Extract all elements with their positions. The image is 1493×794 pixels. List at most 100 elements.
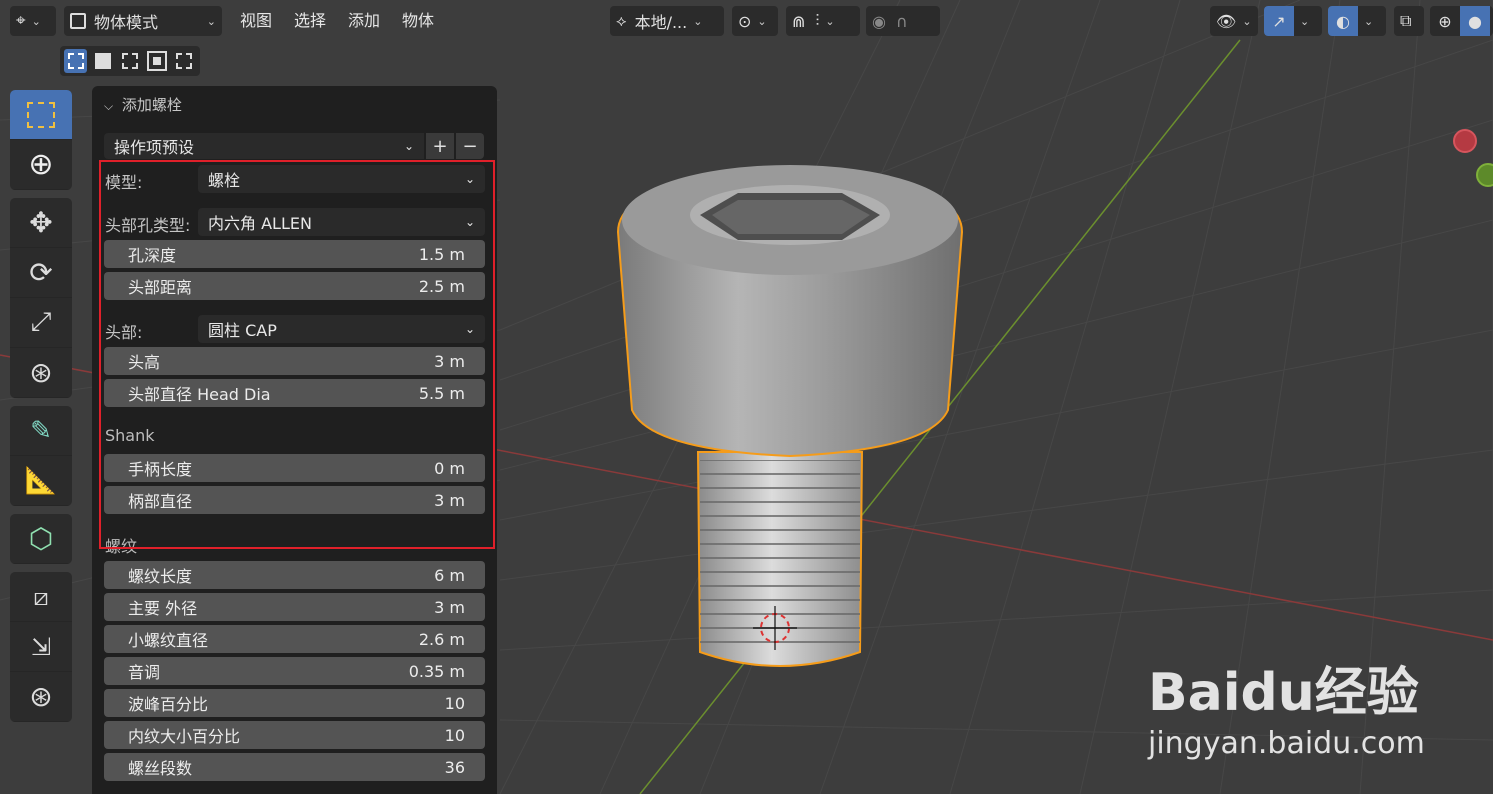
thread-segments-label: 螺丝段数 (128, 759, 193, 778)
panel-title: 添加螺栓 (121, 96, 182, 114)
minor-diameter-value: 2.6 m (418, 629, 465, 649)
head-diameter-value: 5.5 m (418, 383, 465, 403)
major-diameter-field[interactable]: 主要 外径 3 m (104, 593, 485, 621)
shank-diameter-field[interactable]: 柄部直径 3 m (104, 486, 485, 514)
shank-length-field[interactable]: 手柄长度 0 m (104, 454, 485, 482)
shading-mode-group[interactable]: ⊕ ● (1430, 6, 1493, 36)
thread-length-value: 6 m (434, 565, 465, 585)
menu-add[interactable]: 添加 (344, 8, 384, 34)
major-diameter-value: 3 m (434, 597, 465, 617)
shank-length-label: 手柄长度 (128, 460, 193, 479)
chevron-down-icon: ⌄ (1364, 14, 1374, 28)
shank-diameter-label: 柄部直径 (128, 492, 193, 511)
major-diameter-label: 主要 外径 (128, 599, 198, 618)
transform-all-icon: ⊛ (29, 680, 53, 713)
cursor-tool[interactable]: ⊕ (10, 140, 72, 190)
model-value: 螺栓 (208, 171, 241, 190)
head-type-value: 圆柱 CAP (208, 321, 277, 340)
head-height-field[interactable]: 头高 3 m (104, 347, 485, 375)
head-hole-type-value: 内六角 ALLEN (208, 214, 312, 233)
move-tool[interactable]: ✥ (10, 198, 72, 248)
root-percent-value: 10 (444, 725, 465, 745)
thread-segments-field[interactable]: 螺丝段数 36 (104, 753, 485, 781)
chevron-down-icon: ⌄ (1242, 14, 1252, 28)
chevron-down-icon: ⌄ (1300, 14, 1310, 28)
hole-depth-field[interactable]: 孔深度 1.5 m (104, 240, 485, 268)
select-extend-icon[interactable] (91, 49, 114, 73)
xray-toggle[interactable]: ⧉ (1394, 6, 1424, 36)
wireframe-shading-icon: ⊕ (1438, 11, 1452, 31)
root-percent-field[interactable]: 内纹大小百分比 10 (104, 721, 485, 749)
minor-diameter-field[interactable]: 小螺纹直径 2.6 m (104, 625, 485, 653)
panel-header[interactable]: ⌵ 添加螺栓 (104, 94, 182, 115)
measure-tool[interactable]: 📐 (10, 456, 72, 506)
transform-all-tool[interactable]: ⊛ (10, 672, 72, 722)
annotate-tool[interactable]: ✎ (10, 406, 72, 456)
cursor-move-icon: ⇲ (30, 632, 52, 661)
rotate-tool[interactable]: ⟳ (10, 248, 72, 298)
operator-presets-row: 操作项预设 ⌄ + − (104, 133, 484, 159)
operator-presets-dropdown[interactable]: 操作项预设 ⌄ (104, 133, 424, 159)
select-new-icon[interactable] (64, 49, 88, 73)
select-subtract-icon[interactable] (118, 49, 141, 73)
chevron-down-icon: ⌄ (464, 322, 475, 336)
head-distance-value: 2.5 m (418, 276, 465, 296)
head-height-label: 头高 (128, 353, 161, 372)
scale-tool[interactable]: ⤢ (10, 298, 72, 348)
transform-pivot-tool[interactable]: ⧄ (10, 572, 72, 622)
tool-shelf: ⊕ ✥ ⟳ ⤢ ⊛ ✎ 📐 ⬡ ⧄ ⇲ ⊛ (10, 90, 72, 730)
minor-diameter-label: 小螺纹直径 (128, 631, 209, 650)
shank-length-value: 0 m (434, 458, 465, 478)
head-hole-type-dropdown[interactable]: 内六角 ALLEN ⌄ (198, 208, 485, 236)
chevron-down-icon: ⌄ (464, 215, 475, 229)
select-box-tool[interactable] (10, 90, 72, 140)
eye-icon: 👁 (1216, 11, 1237, 31)
object-mode-icon (70, 13, 86, 29)
falloff-icon: ∩ (895, 11, 908, 31)
transform-tool[interactable]: ⊛ (10, 348, 72, 398)
proportional-editing-group[interactable]: ◉ ∩ (866, 6, 940, 36)
chevron-down-icon: ⌄ (206, 14, 216, 28)
shank-diameter-value: 3 m (434, 490, 465, 510)
overlay-toggle-group[interactable]: ◐ ⌄ (1328, 6, 1386, 36)
solid-shading-icon: ● (1460, 6, 1490, 36)
measure-icon: 📐 (24, 465, 58, 496)
crest-percent-value: 10 (444, 693, 465, 713)
baidu-watermark-url: jingyan.baidu.com (1148, 726, 1425, 761)
add-cube-tool[interactable]: ⬡ (10, 514, 72, 564)
menu-object[interactable]: 物体 (398, 8, 438, 34)
menu-select[interactable]: 选择 (290, 8, 330, 34)
head-height-value: 3 m (434, 351, 465, 371)
transform-orientation-dropdown[interactable]: ⟡ 本地/... ⌄ (610, 6, 724, 36)
gizmo-toggle-group[interactable]: ↗ ⌄ (1264, 6, 1322, 36)
thread-length-label: 螺纹长度 (128, 567, 193, 586)
chevron-down-icon: ⌄ (757, 14, 767, 28)
snapping-group[interactable]: ⋒ ⫶ ⌄ (786, 6, 860, 36)
remove-preset-button[interactable]: − (456, 133, 484, 159)
pitch-label: 音调 (128, 663, 161, 682)
editor-type-button[interactable]: ⌖ ⌄ (10, 6, 56, 36)
visibility-dropdown[interactable]: 👁 ⌄ (1210, 6, 1258, 36)
select-box-icon (27, 101, 55, 128)
editor-type-icon: ⌖ (16, 11, 26, 31)
head-distance-field[interactable]: 头部距离 2.5 m (104, 272, 485, 300)
model-dropdown[interactable]: 螺栓 ⌄ (198, 165, 485, 193)
head-diameter-field[interactable]: 头部直径 Head Dia 5.5 m (104, 379, 485, 407)
thread-length-field[interactable]: 螺纹长度 6 m (104, 561, 485, 589)
gizmo-icon: ↗ (1264, 6, 1294, 36)
object-mode-dropdown[interactable]: 物体模式 ⌄ (64, 6, 222, 36)
thread-section-label: 螺纹 (105, 537, 138, 556)
menu-view[interactable]: 视图 (236, 8, 276, 34)
select-invert-icon[interactable] (146, 49, 169, 73)
overlay-icon: ◐ (1328, 6, 1358, 36)
pitch-field[interactable]: 音调 0.35 m (104, 657, 485, 685)
pivot-point-dropdown[interactable]: ⊙ ⌄ (732, 6, 778, 36)
add-preset-button[interactable]: + (426, 133, 454, 159)
select-intersect-icon[interactable] (173, 49, 196, 73)
cursor-move-tool[interactable]: ⇲ (10, 622, 72, 672)
thread-segments-value: 36 (444, 757, 465, 777)
chevron-down-icon: ⌄ (825, 14, 835, 28)
crest-percent-field[interactable]: 波峰百分比 10 (104, 689, 485, 717)
pivot-icon: ⊙ (738, 11, 752, 31)
head-type-dropdown[interactable]: 圆柱 CAP ⌄ (198, 315, 485, 343)
